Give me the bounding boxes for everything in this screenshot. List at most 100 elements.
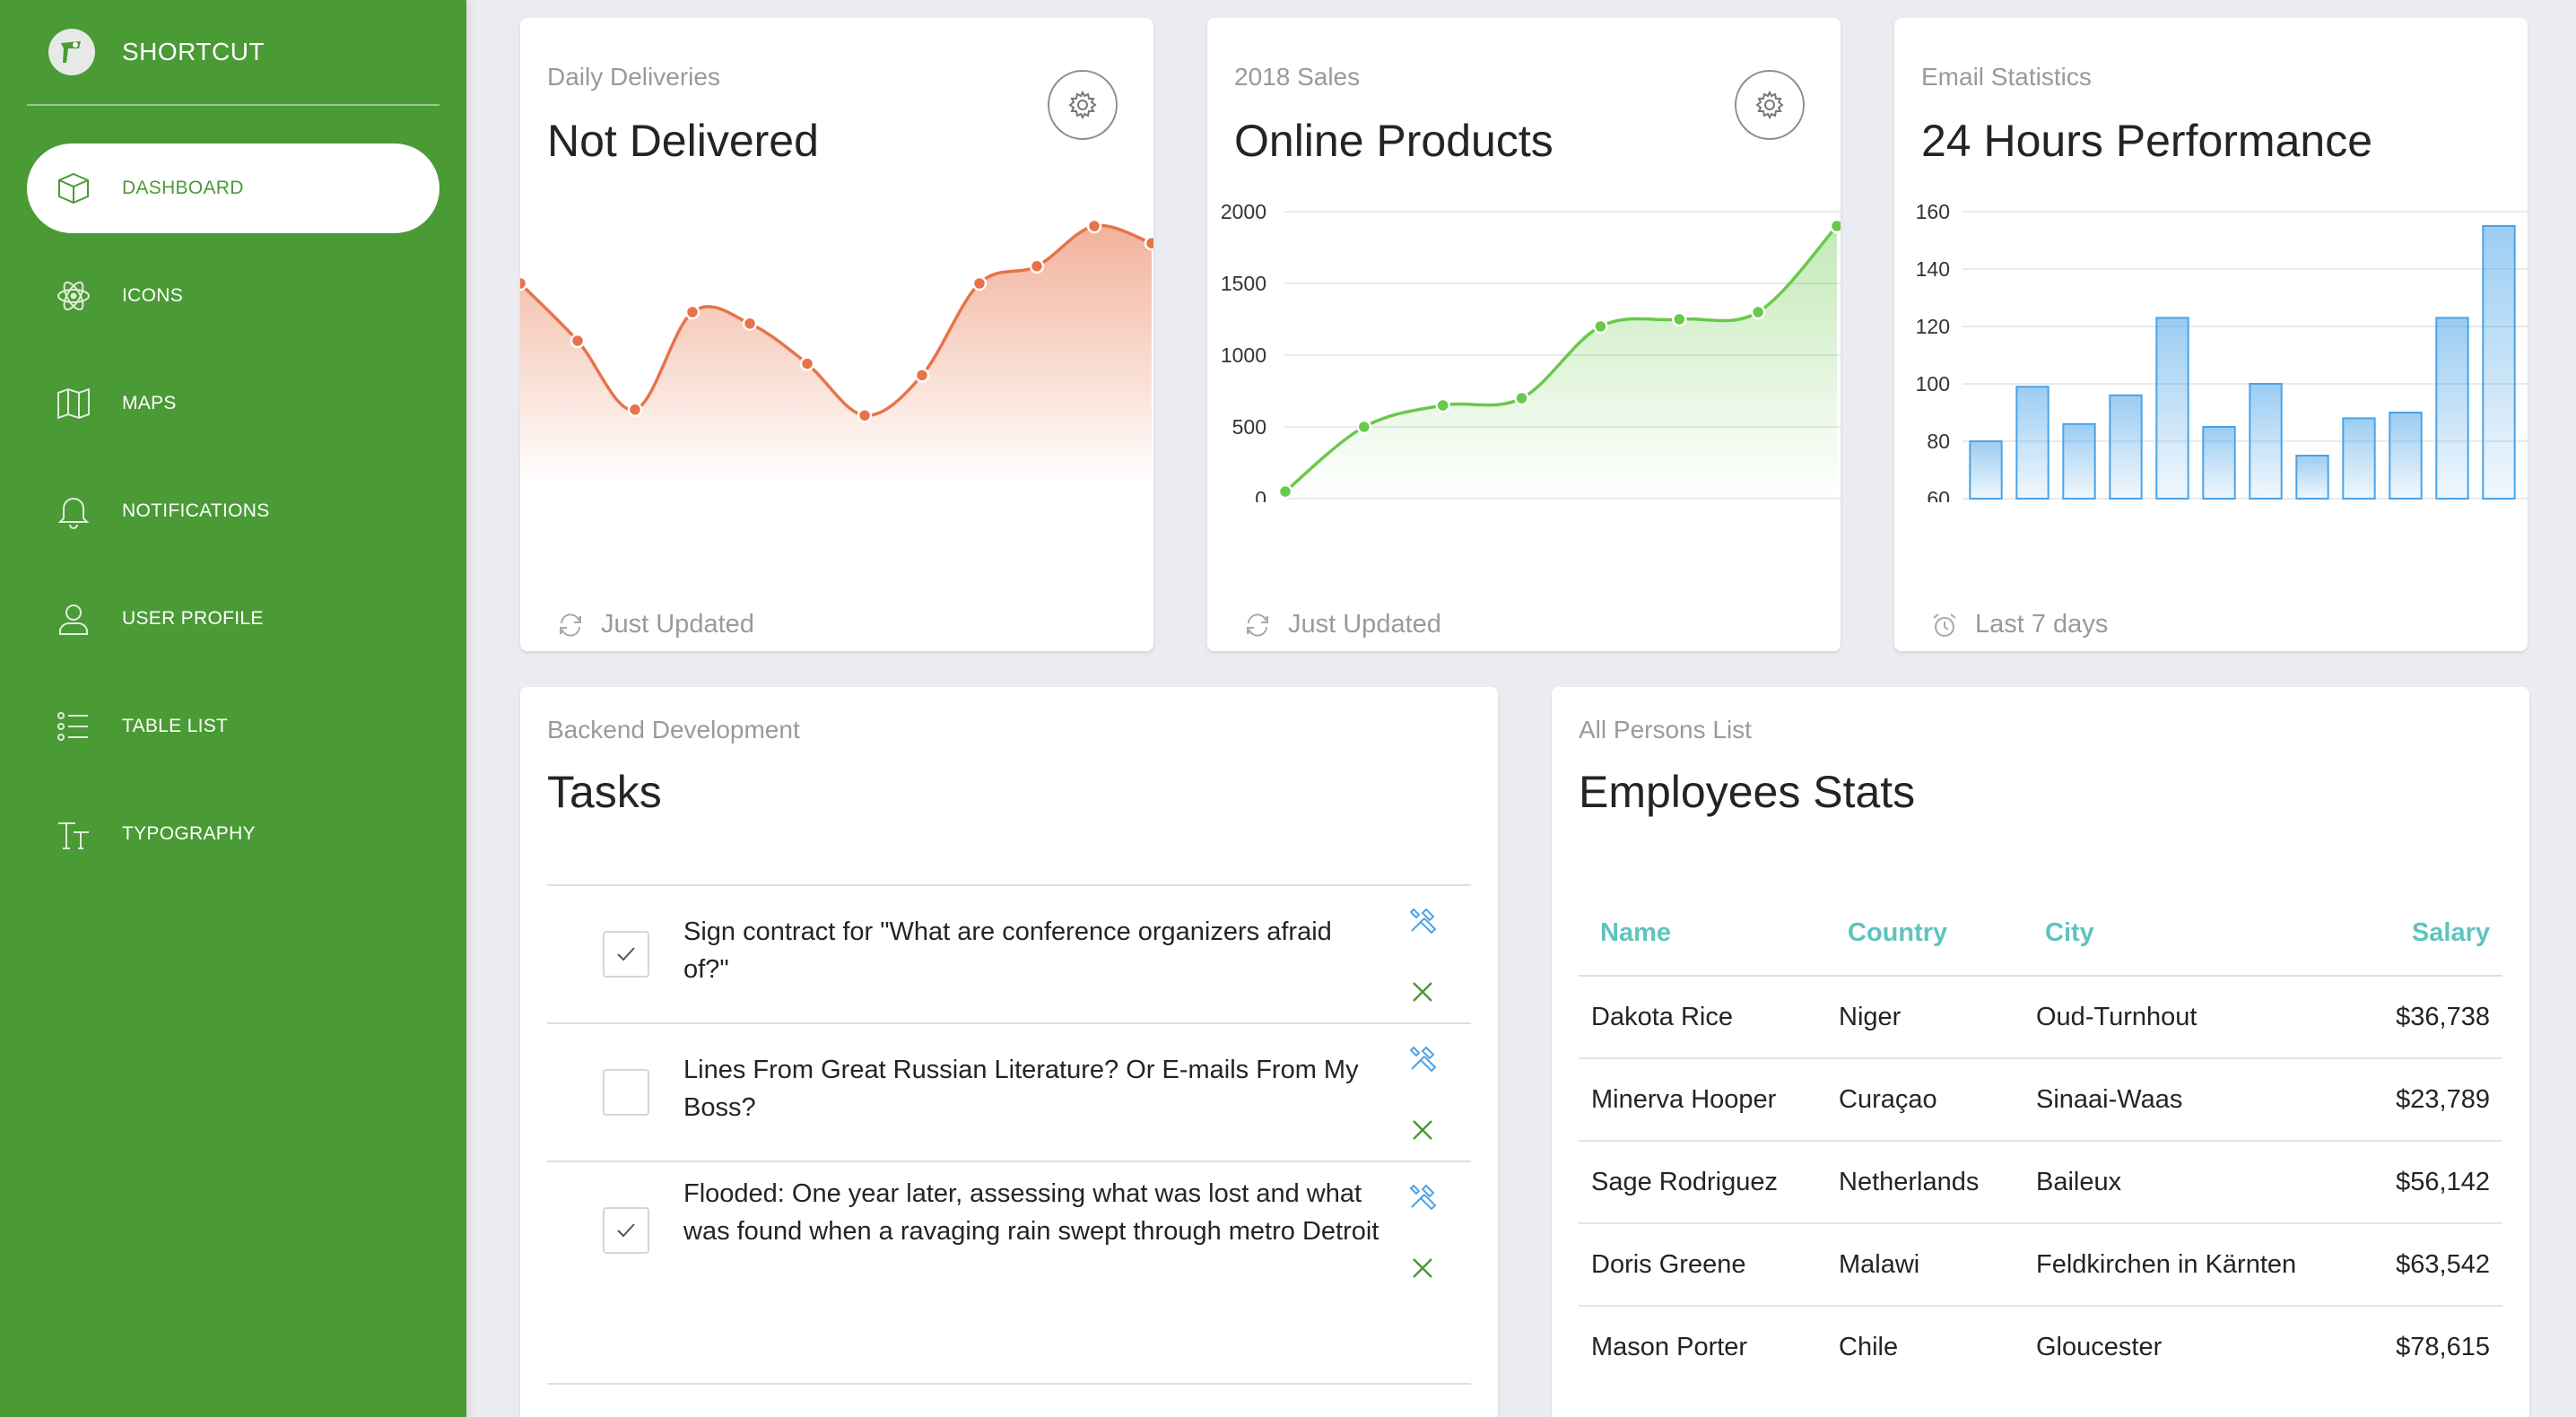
column-header-salary[interactable]: Salary [2337, 886, 2502, 977]
task-checkbox[interactable] [603, 931, 649, 978]
y-tick-label: 160 [1916, 200, 1950, 223]
cell-city: Oud-Turnhout [2023, 976, 2337, 1059]
employees-table: Name Country City Salary Dakota Rice Nig… [1579, 886, 2502, 1388]
edit-task-button[interactable] [1406, 1042, 1439, 1074]
data-point [1435, 397, 1450, 413]
card-category: All Persons List [1579, 716, 1752, 743]
y-tick-label: 120 [1916, 315, 1950, 338]
sales-chart: 0 500 1000 1500 2000 [1221, 200, 1841, 502]
box-icon [54, 169, 93, 208]
data-point [1086, 218, 1102, 234]
brand[interactable]: SHORTCUT [27, 0, 439, 106]
sidebar-item-dashboard[interactable]: DASHBOARD [27, 143, 439, 233]
cell-salary: $56,142 [2337, 1141, 2502, 1224]
card-title: Tasks [547, 767, 662, 817]
sidebar-item-label: USER PROFILE [122, 608, 264, 629]
tools-icon [1409, 908, 1437, 935]
refresh-icon [1247, 613, 1268, 637]
card-footer: Last 7 days [1930, 610, 2108, 639]
column-header-country[interactable]: Country [1826, 886, 2023, 977]
sidebar-item-notifications[interactable]: NOTIFICATIONS [27, 466, 439, 556]
bar [2062, 422, 2096, 500]
data-point [1750, 304, 1766, 320]
footer-text: Just Updated [601, 610, 754, 639]
y-tick-label: 1000 [1221, 343, 1266, 367]
atom-icon [54, 276, 93, 316]
check-icon [617, 1223, 635, 1238]
bar [2342, 417, 2376, 500]
data-point [1672, 311, 1687, 327]
tasks-card: Backend Development Tasks Sign contract … [520, 687, 1498, 1417]
remove-task-button[interactable] [1406, 1114, 1439, 1146]
cell-name: Minerva Hooper [1579, 1058, 1826, 1142]
refresh-icon [560, 613, 581, 637]
sidebar-item-user-profile[interactable]: USER PROFILE [27, 574, 439, 664]
data-point [971, 275, 988, 291]
cell-salary: $36,738 [2337, 976, 2502, 1059]
cell-country: Malawi [1826, 1223, 2023, 1307]
data-point [799, 356, 815, 371]
column-header-name[interactable]: Name [1579, 886, 1826, 977]
bar [2295, 455, 2329, 500]
data-point [627, 402, 643, 418]
sidebar-item-label: DASHBOARD [122, 178, 244, 198]
remove-task-button[interactable] [1406, 1252, 1439, 1284]
card-category: Backend Development [547, 716, 800, 743]
card-footer: Just Updated [556, 610, 754, 639]
task-text: Flooded: One year later, assessing what … [683, 1179, 1379, 1246]
cell-name: Doris Greene [1579, 1223, 1826, 1307]
cell-name: Sage Rodriguez [1579, 1141, 1826, 1224]
sidebar-nav: DASHBOARD ICONS MAPS NOTIFICATIONS USER … [27, 143, 439, 897]
sidebar: SHORTCUT DASHBOARD ICONS MAPS NOTIFICATI… [0, 0, 466, 1417]
column-header-city[interactable]: City [2023, 886, 2337, 977]
sidebar-item-typography[interactable]: TYPOGRAPHY [27, 789, 439, 879]
data-point [857, 407, 873, 423]
deliveries-area [520, 225, 1152, 484]
email-chart: 60 80 100 120 140 160 [1916, 200, 2528, 502]
close-icon [1413, 982, 1432, 1002]
sidebar-item-icons[interactable]: ICONS [27, 251, 439, 341]
table-row: Sage Rodriguez Netherlands Baileux $56,1… [1579, 1141, 2502, 1224]
data-point [684, 304, 701, 320]
cell-city: Baileux [2023, 1141, 2337, 1224]
data-point [1593, 318, 1608, 335]
cell-city: Feldkirchen in Kärnten [2023, 1223, 2337, 1307]
table-row: Minerva Hooper Curaçao Sinaai-Waas $23,7… [1579, 1058, 2502, 1142]
cell-name: Mason Porter [1591, 1333, 1748, 1361]
y-tick-label: 2000 [1221, 200, 1266, 223]
cell-country: Netherlands [1826, 1141, 2023, 1224]
y-tick-label: 140 [1916, 257, 1950, 281]
data-point [1829, 218, 1841, 234]
data-point [914, 368, 930, 383]
bar [2015, 386, 2049, 500]
data-point [520, 275, 528, 291]
edit-task-button[interactable] [1406, 904, 1439, 936]
remove-task-button[interactable] [1406, 976, 1439, 1008]
close-icon [1413, 1120, 1432, 1140]
sidebar-item-maps[interactable]: MAPS [27, 359, 439, 448]
table-header-row: Name Country City Salary [1579, 886, 2502, 977]
sidebar-item-label: MAPS [122, 393, 177, 413]
edit-task-button[interactable] [1406, 1180, 1439, 1213]
y-tick-label: 1500 [1221, 272, 1266, 295]
sidebar-item-label: ICONS [122, 285, 184, 306]
task-checkbox[interactable] [603, 1207, 649, 1254]
footer-text: Just Updated [1288, 610, 1441, 639]
tools-icon [1409, 1046, 1437, 1073]
cell-country: Chile [1839, 1333, 1899, 1361]
data-point [570, 333, 586, 349]
sidebar-item-table-list[interactable]: TABLE LIST [27, 682, 439, 771]
sidebar-item-label: TABLE LIST [122, 716, 229, 736]
cell-country: Curaçao [1826, 1058, 2023, 1142]
data-point [1356, 419, 1372, 435]
table-row: Doris Greene Malawi Feldkirchen in Kärnt… [1579, 1223, 2502, 1307]
check-icon [617, 947, 635, 961]
y-tick-label: 60 [1927, 487, 1950, 502]
cell-name: Dakota Rice [1579, 976, 1826, 1059]
y-tick-label: 500 [1232, 415, 1266, 439]
task-checkbox[interactable] [603, 1069, 649, 1116]
cell-salary: $63,542 [2337, 1223, 2502, 1307]
y-tick-label: 100 [1916, 372, 1950, 396]
bar [2202, 426, 2236, 500]
card-footer: Just Updated [1243, 610, 1441, 639]
